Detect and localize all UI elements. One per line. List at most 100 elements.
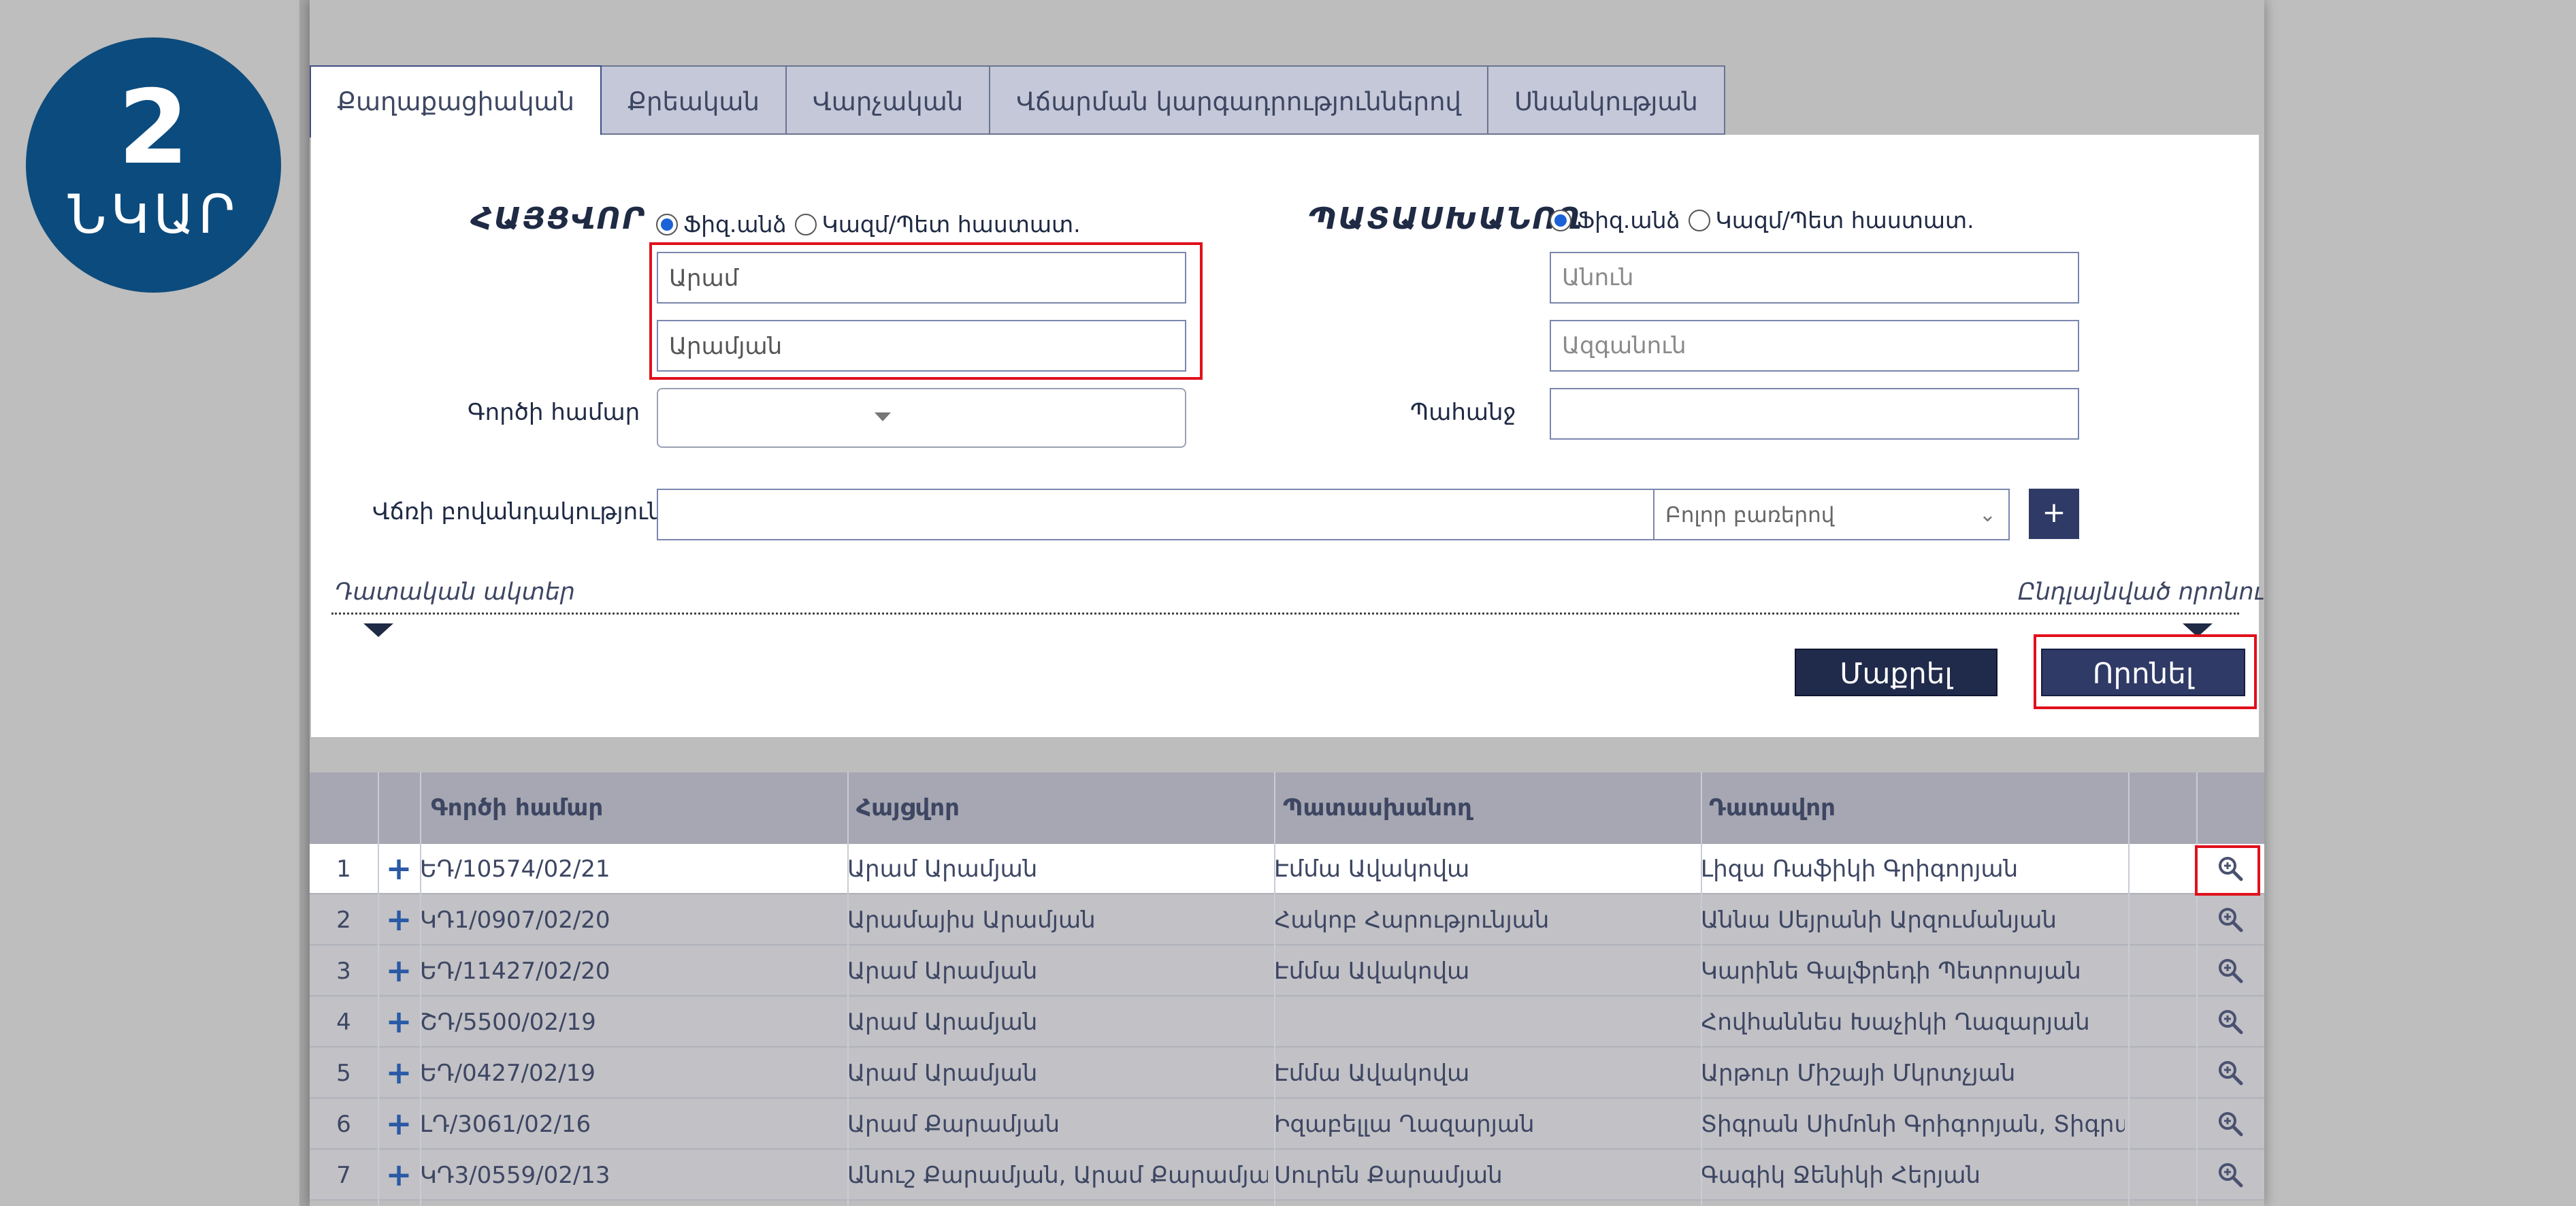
plaintiff-title: ՀԱՅՑՎՈՐ xyxy=(471,201,646,236)
defendant-radio-org[interactable] xyxy=(1688,209,1710,231)
claim-label: Պահանջ xyxy=(1410,399,1516,426)
figure-badge: 2 ՆԿԱՐ xyxy=(26,37,281,293)
defendant-last-name-input[interactable] xyxy=(1550,320,2079,372)
case-type-tabs: Քաղաքացիական Քրեական Վարչական Վճարման կա… xyxy=(310,65,1725,137)
tab-payment-orders[interactable]: Վճարման կարգադրություններով xyxy=(990,65,1489,135)
column-divider xyxy=(420,772,421,1206)
table-header: Գործի համար Հայցվոր Պատասխանող Դատավոր xyxy=(310,772,2264,844)
judicial-acts-link[interactable]: Դատական ակտեր xyxy=(335,578,575,606)
verdict-content-label: Վճռի բովանդակություն xyxy=(372,498,663,525)
cell-case-number[interactable]: ԵԴ/0427/02/19 xyxy=(412,1048,844,1098)
cell-plaintiff: Արամ Արամյան xyxy=(847,958,1038,985)
zoom-in-icon[interactable] xyxy=(2217,906,2244,933)
zoom-in-icon[interactable] xyxy=(2217,957,2244,984)
cell-defendant: Էմմա Ավակովա xyxy=(1274,1060,1470,1087)
plaintiff-type-radios: Ֆիզ.անձ Կազմ/Պետ հաստատ. xyxy=(656,211,1081,238)
divider xyxy=(331,613,2239,615)
cell-case-number[interactable]: ԼԴ/3061/02/16 xyxy=(412,1099,844,1150)
zoom-in-icon[interactable] xyxy=(2217,1110,2244,1137)
plaintiff-radio-physical-label: Ֆիզ.անձ xyxy=(683,211,787,238)
cell-judge: Արթուր Միշայի Մկրտչյան xyxy=(1701,1060,2016,1087)
table-row[interactable]: 7 + ԿԴ3/0559/02/13 Անուշ Քարամյան, Արամ Քար… xyxy=(310,1150,2264,1201)
tab-bankruptcy[interactable]: Սնանկության xyxy=(1488,65,1725,135)
plaintiff-last-name-input[interactable]: Արամյան xyxy=(657,320,1186,372)
cell-case-number[interactable]: ԿԴ3/0559/02/13 xyxy=(412,1150,844,1201)
row-number: 3 xyxy=(336,958,351,985)
view-button-highlight xyxy=(2195,845,2260,896)
row-number: 2 xyxy=(336,907,351,934)
cell-case-number[interactable]: ՇԴ/5500/02/19 xyxy=(412,997,844,1047)
table-row[interactable]: 4 + ՇԴ/5500/02/19 Արամ Արամյան Հովհաննես Խաչ… xyxy=(310,997,2264,1047)
chevron-down-icon xyxy=(875,412,891,421)
defendant-radio-physical[interactable] xyxy=(1550,209,1571,231)
claim-input[interactable] xyxy=(1550,388,2079,440)
badge-number: 2 xyxy=(118,69,189,187)
word-mode-select[interactable]: Բոլոր բառերով ⌄ xyxy=(1653,489,2010,540)
panel-shadow xyxy=(299,0,310,1206)
column-divider xyxy=(1701,772,1702,1206)
cell-plaintiff: Արամայիս Արամյան xyxy=(847,907,1096,934)
verdict-content-input[interactable] xyxy=(657,489,1654,540)
case-number-select[interactable] xyxy=(657,388,1186,448)
advanced-search-link[interactable]: Ընդլայնված որոնում xyxy=(2018,578,2264,606)
plaintiff-radio-org-label: Կազմ/Պետ հաստատ. xyxy=(821,211,1081,238)
cell-judge: Հովհաննես Խաչիկի Ղազարյան xyxy=(1701,1009,2090,1036)
cell-case-number[interactable]: ԿԴ1/0907/02/20 xyxy=(412,895,844,945)
row-number: 7 xyxy=(336,1162,351,1189)
badge-word: ՆԿԱՐ xyxy=(67,184,240,246)
cell-plaintiff: Արամ Քարամյան xyxy=(847,1111,1060,1138)
expand-triangle-icon[interactable] xyxy=(363,623,393,637)
tab-administrative[interactable]: Վարչական xyxy=(786,65,991,135)
add-criteria-button[interactable]: + xyxy=(2029,489,2079,539)
zoom-in-icon[interactable] xyxy=(2217,1161,2244,1188)
row-number: 6 xyxy=(336,1111,351,1138)
row-number: 1 xyxy=(336,855,351,883)
cell-defendant: Սուրեն Քարամյան xyxy=(1274,1162,1503,1189)
tab-criminal[interactable]: Քրեական xyxy=(602,65,787,135)
case-number-label: Գործի համար xyxy=(468,399,640,426)
table-row[interactable]: 2 + ԿԴ1/0907/02/20 Արամայիս Արամյան Հակոբ Հա… xyxy=(310,895,2264,945)
zoom-in-icon[interactable] xyxy=(2217,1008,2244,1035)
cell-judge: Տիգրան Սիմոնի Գրիգորյան, Տիգրան Սի xyxy=(1701,1111,2125,1138)
table-row[interactable]: 6 + ԼԴ/3061/02/16 Արամ Քարամյան Իզաբելլա Ղազ… xyxy=(310,1099,2264,1150)
plaintiff-radio-org[interactable] xyxy=(794,213,817,235)
cell-defendant xyxy=(1266,997,1695,1047)
column-divider xyxy=(1274,772,1275,1206)
column-divider xyxy=(2196,772,2198,1206)
cell-defendant: Էմմա Ավակովա xyxy=(1274,855,1470,883)
column-header-plaintiff[interactable]: Հայցվոր xyxy=(844,772,960,844)
cell-judge: Գագիկ Ջենիկի Հերյան xyxy=(1701,1162,1981,1189)
column-header-case-number[interactable]: Գործի համար xyxy=(419,772,603,844)
cell-plaintiff: Արամ Արամյան xyxy=(847,1060,1038,1087)
row-number: 4 xyxy=(336,1009,351,1036)
cell-defendant: Իզաբելլա Ղազարյան xyxy=(1274,1111,1535,1138)
search-button[interactable]: Որոնել xyxy=(2041,649,2245,696)
tab-civil[interactable]: Քաղաքացիական xyxy=(310,65,602,137)
cell-case-number[interactable]: ԵԴ/10574/02/21 xyxy=(412,844,844,894)
table-row[interactable]: 1 + ԵԴ/10574/02/21 Արամ Արամյան Էմմա Ավակովա… xyxy=(310,844,2264,894)
table-row[interactable]: 5 + ԵԴ/0427/02/19 Արամ Արամյան Էմմա Ավակովա Ա… xyxy=(310,1048,2264,1098)
search-panel: Քաղաքացիական Քրեական Վարչական Վճարման կա… xyxy=(310,0,2264,1206)
cell-case-number[interactable]: ԵԴ/11427/02/20 xyxy=(412,946,844,996)
cell-judge: Լիզա Ռաֆիկի Գրիգորյան xyxy=(1701,855,2019,883)
defendant-type-radios: Ֆիզ.անձ Կազմ/Պետ հաստատ. xyxy=(1550,207,1974,233)
cell-judge: Կարինե Գալֆրեդի Պետրոսյան xyxy=(1701,958,2081,985)
chevron-down-icon: ⌄ xyxy=(1978,503,1996,527)
column-header-judge[interactable]: Դատավոր xyxy=(1697,772,1836,844)
cell-defendant: Էմմա Ավակովա xyxy=(1274,958,1470,985)
search-form: ՀԱՅՑՎՈՐ Ֆիզ.անձ Կազմ/Պետ հաստատ. Արամ Ար… xyxy=(311,135,2264,737)
cell-plaintiff: Արամ Արամյան xyxy=(847,1009,1038,1036)
column-divider xyxy=(378,772,379,1206)
column-header-defendant[interactable]: Պատասխանող xyxy=(1271,772,1472,844)
plaintiff-first-name-input[interactable]: Արամ xyxy=(657,252,1186,304)
cell-defendant: Հակոբ Հարությունյան xyxy=(1274,907,1550,934)
column-divider xyxy=(2128,772,2130,1206)
defendant-first-name-input[interactable] xyxy=(1550,252,2079,304)
cell-judge: Աննա Սեյրանի Արզումանյան xyxy=(1701,907,2057,934)
defendant-radio-org-label: Կազմ/Պետ հաստատ. xyxy=(1715,207,1974,233)
column-divider xyxy=(847,772,849,1206)
zoom-in-icon[interactable] xyxy=(2217,1059,2244,1086)
plaintiff-radio-physical[interactable] xyxy=(656,213,678,235)
clear-button[interactable]: Մաքրել xyxy=(1795,649,1998,696)
table-row[interactable]: 3 + ԵԴ/11427/02/20 Արամ Արամյան Էմմա Ավակովա… xyxy=(310,946,2264,996)
